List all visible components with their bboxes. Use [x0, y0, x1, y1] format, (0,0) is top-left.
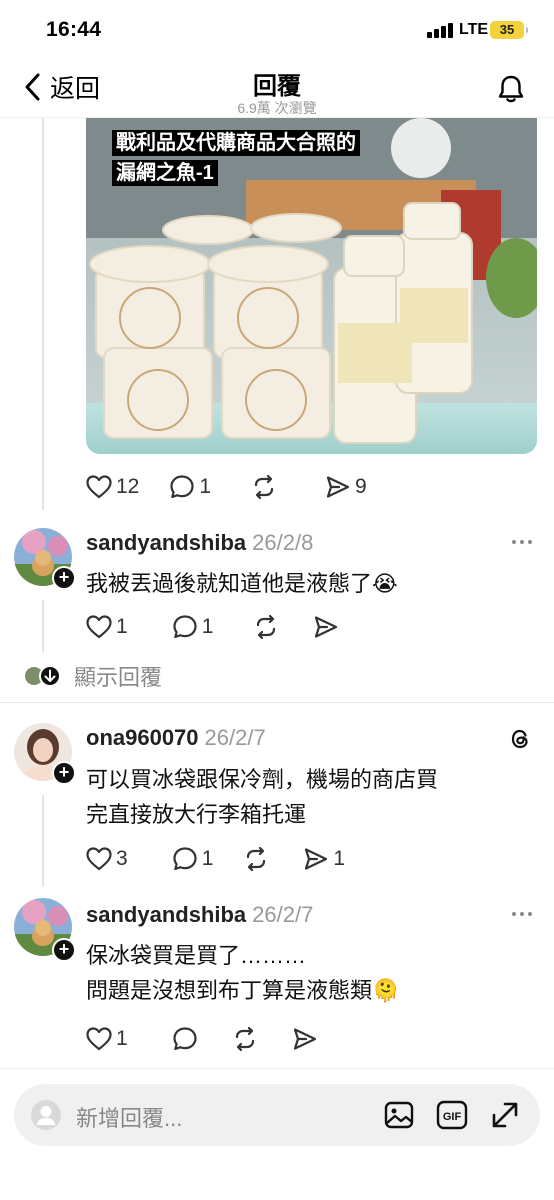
like-button[interactable]: 12	[86, 475, 139, 499]
share-button[interactable]	[292, 1026, 322, 1052]
reply-button[interactable]: 1	[172, 846, 214, 872]
share-button[interactable]: 9	[325, 474, 367, 500]
network-type: LTE	[459, 21, 489, 38]
thread-line	[42, 118, 44, 510]
share-button[interactable]	[313, 614, 343, 640]
reply-count: 1	[201, 847, 214, 870]
post-image[interactable]: 戰利品及代購商品大合照的 漏網之魚-1	[86, 118, 537, 454]
like-count: 3	[116, 847, 128, 870]
like-button[interactable]: 3	[86, 847, 128, 871]
follow-button[interactable]: +	[52, 938, 76, 962]
more-options-icon[interactable]	[510, 538, 534, 548]
comment-text: 我被丟過後就知道他是液態了😭	[86, 571, 398, 596]
image-caption-line1: 戰利品及代購商品大合照的	[112, 130, 360, 156]
comment-date: 26/2/7	[252, 902, 314, 927]
reply-placeholder: 新增回覆...	[76, 1106, 183, 1131]
reply-button[interactable]: 1	[172, 614, 214, 640]
show-replies-button[interactable]: 顯示回覆	[24, 662, 162, 690]
reply-count: 1	[201, 615, 214, 638]
comment-icon	[170, 475, 194, 499]
reply-input[interactable]: 新增回覆... GIF	[14, 1084, 540, 1146]
status-time: 16:44	[46, 18, 102, 41]
top-nav: 回覆 6.9萬 次瀏覽 返回	[0, 58, 554, 118]
image-caption: 戰利品及代購商品大合照的 漏網之魚-1	[112, 128, 360, 188]
send-icon	[305, 848, 328, 870]
repost-button[interactable]	[251, 474, 281, 500]
threads-logo-icon[interactable]	[508, 727, 532, 751]
repost-icon	[254, 474, 274, 500]
heart-icon	[86, 847, 112, 871]
comment-text: 保冰袋買是買了……… 問題是沒想到布丁算是液態類🫠	[86, 943, 400, 1003]
heart-icon	[86, 1027, 112, 1051]
share-count: 1	[333, 847, 346, 870]
reply-composer-bar: 新增回覆... GIF	[0, 1068, 554, 1200]
heart-icon	[86, 615, 112, 639]
share-count: 9	[355, 475, 367, 498]
comment-actions: 1	[86, 1024, 322, 1054]
back-label: 返回	[50, 75, 101, 103]
send-icon	[293, 1028, 316, 1050]
repost-button[interactable]	[253, 614, 283, 640]
like-count: 12	[116, 475, 140, 498]
back-button[interactable]: 返回	[24, 70, 100, 104]
comment-date: 26/2/8	[252, 530, 314, 555]
comment-username[interactable]: ona960070 26/2/7	[86, 725, 266, 751]
like-count: 1	[116, 615, 128, 638]
cellular-signal-icon	[427, 23, 453, 38]
more-options-icon[interactable]	[510, 910, 534, 920]
repost-icon	[257, 614, 276, 640]
show-replies-label: 顯示回覆	[74, 665, 163, 690]
post-actions: 12 1 9	[86, 472, 367, 502]
reply-button[interactable]	[172, 1026, 202, 1052]
reply-count: 1	[199, 475, 212, 498]
comment-username[interactable]: sandyandshiba 26/2/8	[86, 530, 313, 556]
like-button[interactable]: 1	[86, 1027, 128, 1051]
comment-icon	[173, 847, 197, 871]
repost-button[interactable]	[232, 1026, 262, 1052]
reply-button[interactable]: 1	[169, 474, 211, 500]
user-avatar-icon	[31, 1100, 61, 1130]
gif-icon[interactable]: GIF	[436, 1100, 468, 1130]
comment-actions: 1 1	[86, 612, 343, 642]
comment-date: 26/2/7	[204, 725, 266, 750]
comment-username[interactable]: sandyandshiba 26/2/7	[86, 902, 313, 928]
comment-icon	[173, 615, 197, 639]
follow-button[interactable]: +	[52, 566, 76, 590]
battery-icon: 35	[490, 21, 528, 39]
reply-avatars-icon	[25, 665, 61, 687]
repost-icon	[247, 846, 266, 872]
svg-text:GIF: GIF	[443, 1111, 462, 1123]
follow-button[interactable]: +	[52, 761, 76, 785]
bell-icon[interactable]	[495, 73, 527, 105]
heart-icon	[86, 475, 112, 499]
comment-actions: 3 1 1	[86, 844, 345, 874]
send-icon	[326, 476, 350, 498]
status-bar: 16:44 LTE 35	[0, 0, 554, 58]
thread-line	[42, 795, 44, 887]
comment-icon	[173, 1027, 197, 1051]
like-count: 1	[116, 1027, 128, 1050]
send-icon	[315, 616, 338, 638]
image-icon[interactable]	[384, 1100, 414, 1130]
share-button[interactable]: 1	[303, 846, 345, 872]
repost-icon	[235, 1026, 254, 1052]
divider	[0, 702, 554, 703]
thread-line	[42, 600, 44, 652]
image-caption-line2: 漏網之魚-1	[112, 160, 218, 186]
repost-button[interactable]	[243, 846, 273, 872]
chevron-left-icon	[25, 73, 40, 101]
like-button[interactable]: 1	[86, 615, 128, 639]
expand-icon[interactable]	[490, 1100, 520, 1130]
comment-text: 可以買冰袋跟保冷劑，機場的商店買 完直接放大行李箱托運	[86, 767, 439, 827]
